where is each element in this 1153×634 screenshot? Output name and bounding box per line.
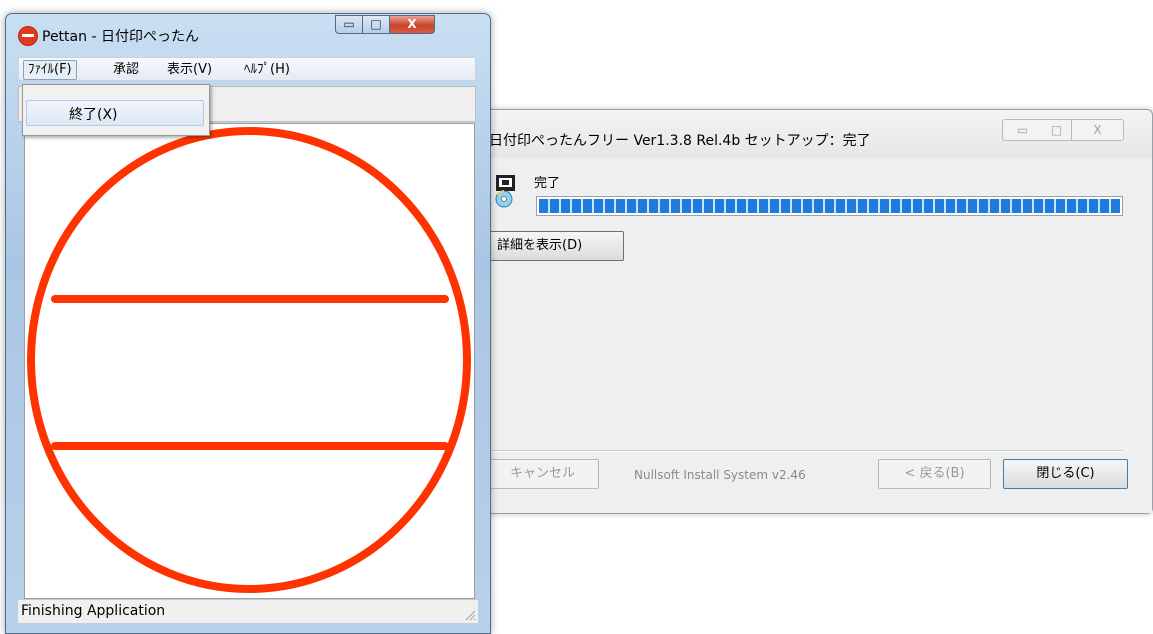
- setup-body: 完了 詳細を表示(D) キャンセル Nullsoft Install Syste…: [479, 158, 1152, 513]
- setup-maximize-button[interactable]: □: [1042, 119, 1072, 141]
- installer-branding: Nullsoft Install System v2.46: [634, 468, 806, 482]
- status-text: Finishing Application: [21, 603, 166, 619]
- pettan-maximize-button[interactable]: □: [362, 15, 390, 34]
- minimize-icon: ▭: [343, 17, 355, 31]
- back-button[interactable]: < 戻る(B): [878, 459, 991, 489]
- setup-window-title: 日付印ぺったんフリー Ver1.3.8 Rel.4b セットアップ：完了: [489, 133, 871, 149]
- menu-approve[interactable]: 承認: [109, 60, 143, 80]
- pettan-window-title: Pettan - 日付印ぺったん: [42, 29, 199, 45]
- close-icon: X: [1093, 123, 1102, 137]
- progress-fill: [539, 199, 1120, 213]
- cancel-button[interactable]: キャンセル: [486, 459, 599, 489]
- close-icon: X: [407, 17, 417, 31]
- resize-grip-icon[interactable]: [464, 609, 476, 621]
- app-stamp-icon: [18, 26, 38, 46]
- date-stamp-graphic: [27, 127, 471, 593]
- maximize-icon: □: [370, 17, 382, 31]
- status-bar: Finishing Application: [18, 599, 478, 623]
- menu-item-exit-label: 終了(X): [69, 107, 118, 123]
- pettan-close-button[interactable]: X: [389, 15, 435, 34]
- stamp-outer-circle: [27, 127, 471, 593]
- install-progress-bar: [536, 196, 1123, 216]
- setup-titlebar[interactable]: 日付印ぺったんフリー Ver1.3.8 Rel.4b セットアップ：完了 ▭ □…: [479, 110, 1152, 158]
- show-details-button[interactable]: 詳細を表示(D): [486, 231, 624, 261]
- minimize-icon: ▭: [1016, 123, 1029, 137]
- installer-icon: [495, 175, 515, 208]
- pettan-titlebar[interactable]: Pettan - 日付印ぺったん ▭ □ X: [6, 14, 490, 53]
- pettan-minimize-button[interactable]: ▭: [335, 15, 363, 34]
- setup-window: 日付印ぺったんフリー Ver1.3.8 Rel.4b セットアップ：完了 ▭ □…: [478, 109, 1153, 514]
- stamp-canvas[interactable]: [24, 123, 475, 599]
- menu-view[interactable]: 表示(V): [163, 60, 216, 80]
- menu-file[interactable]: ﾌｧｲﾙ(F): [23, 60, 77, 80]
- menu-bar: ﾌｧｲﾙ(F) 承認 表示(V) ﾍﾙﾌﾟ(H): [18, 57, 476, 81]
- maximize-icon: □: [1050, 123, 1063, 137]
- pettan-window: Pettan - 日付印ぺったん ▭ □ X ﾌｧｲﾙ(F) 承認 表示(V) …: [5, 13, 491, 634]
- close-button[interactable]: 閉じる(C): [1003, 459, 1128, 489]
- setup-close-window-button[interactable]: X: [1072, 119, 1124, 141]
- menu-help[interactable]: ﾍﾙﾌﾟ(H): [240, 60, 294, 80]
- install-status-label: 完了: [534, 176, 561, 191]
- setup-minimize-button[interactable]: ▭: [1002, 119, 1043, 141]
- divider: [486, 450, 1122, 452]
- file-dropdown-menu: 終了(X): [22, 84, 210, 136]
- menu-item-exit[interactable]: 終了(X): [26, 100, 204, 126]
